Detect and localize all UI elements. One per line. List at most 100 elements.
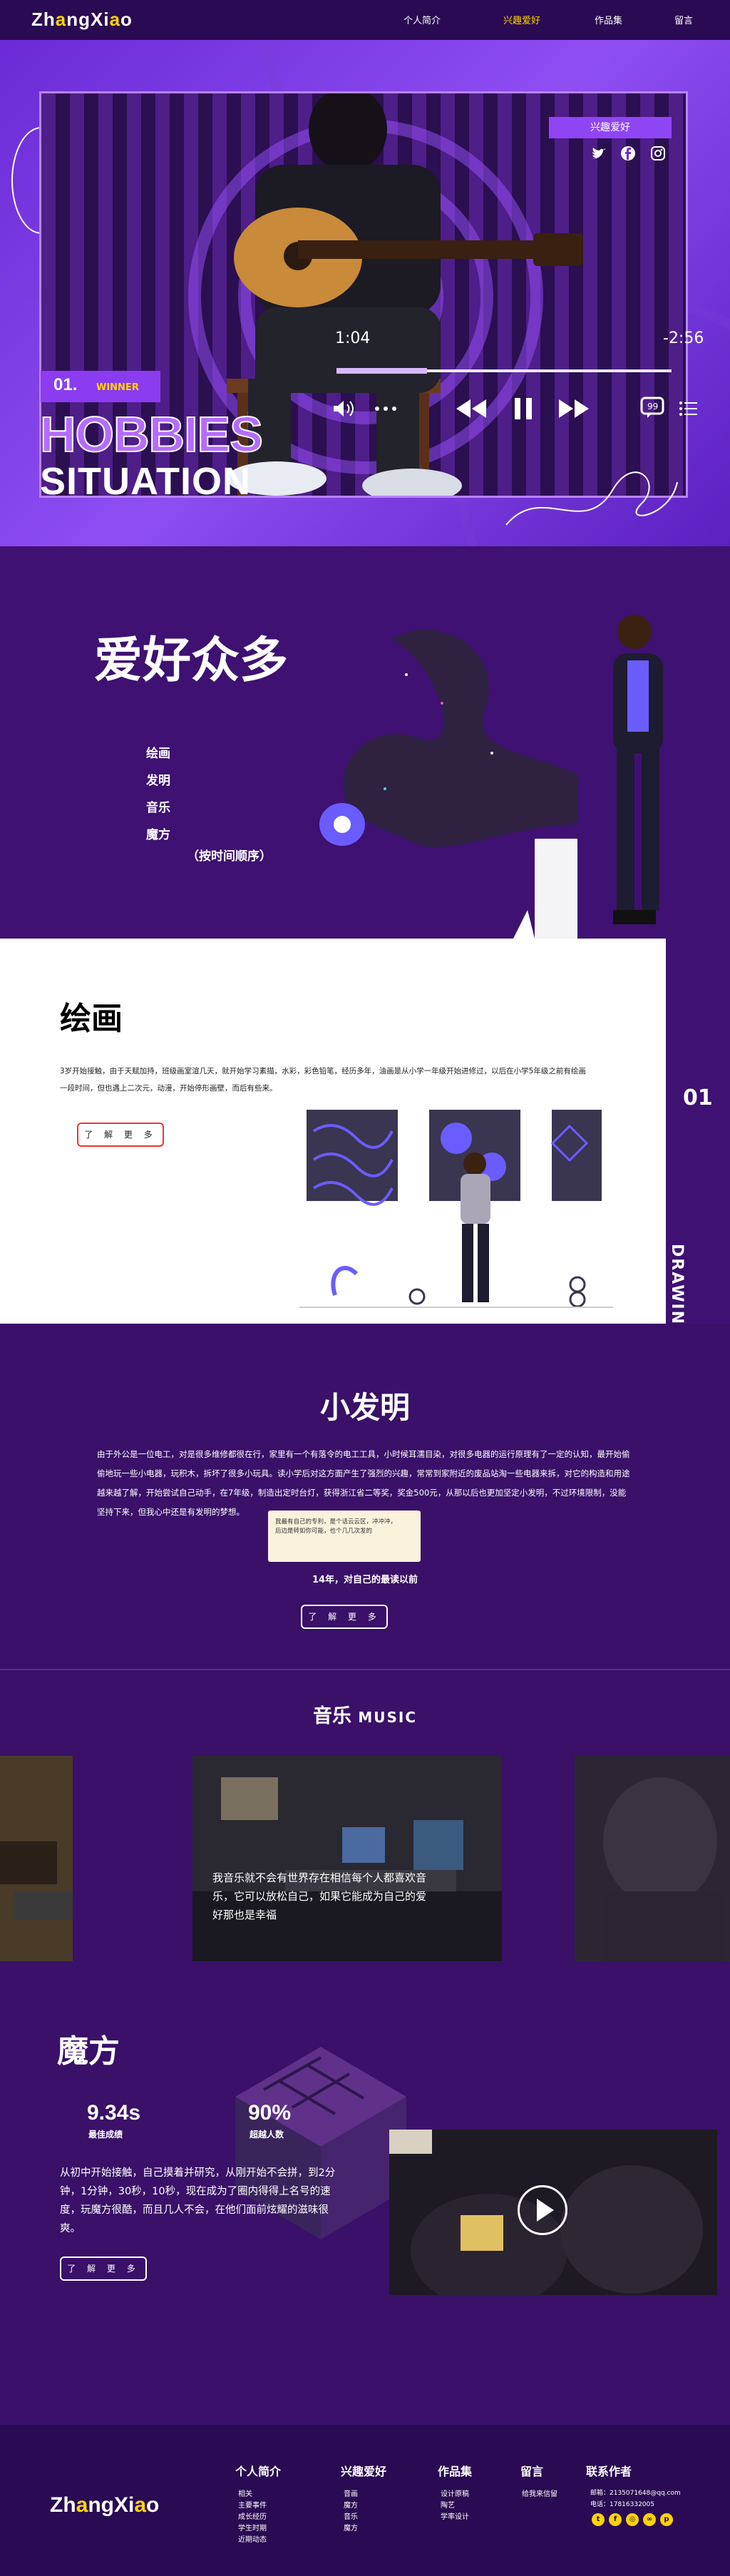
painting-more-button[interactable]: 了 解 更 多 <box>77 1123 164 1147</box>
footer-link[interactable]: 相关 <box>238 2488 252 2498</box>
hobby-item-cube[interactable]: 魔方 <box>146 824 170 842</box>
footer-link[interactable]: 设计原稿 <box>441 2488 469 2498</box>
link-icon[interactable]: ∞ <box>643 2513 656 2526</box>
nav-item-messages[interactable]: 留言 <box>674 13 693 26</box>
hobby-item-music[interactable]: 音乐 <box>146 797 170 815</box>
footer-phone[interactable]: 电话：17816332005 <box>590 2499 654 2508</box>
instagram-icon[interactable] <box>650 145 666 161</box>
logo-part: ngXi <box>88 2493 135 2517</box>
cube-more-button[interactable]: 了 解 更 多 <box>60 2256 147 2281</box>
time-remaining: -2:56 <box>663 329 704 347</box>
nav-item-profile[interactable]: 个人简介 <box>403 13 441 26</box>
footer-logo[interactable]: ZhangXiao <box>50 2493 159 2518</box>
music-title: 音乐 MUSIC <box>0 1700 730 1728</box>
invention-note-card: 我最有自己的专利，是个话云云区，冲冲冲，后边是转如你可能，也个几几次发的 <box>268 1511 421 1562</box>
svg-text:99: 99 <box>647 402 658 412</box>
hobby-item-painting[interactable]: 绘画 <box>146 743 170 761</box>
footer-link[interactable]: 主要事件 <box>238 2499 267 2510</box>
footer-link[interactable]: 成长经历 <box>238 2510 267 2521</box>
menu-icon[interactable] <box>679 401 697 416</box>
hobby-item-invention[interactable]: 发明 <box>146 770 170 788</box>
stat-percent: 90% <box>248 2101 292 2125</box>
logo-part: a <box>76 2493 88 2517</box>
footer-link[interactable]: 近期动态 <box>238 2533 267 2544</box>
logo-part: ngXi <box>66 9 110 30</box>
section-divider <box>0 1669 730 1670</box>
painting-section: 绘画 3岁开始接触，由于天赋加持，班级画室渲几天，就开始学习素描，水彩，彩色铅笔… <box>0 939 666 1324</box>
music-title-en: MUSIC <box>358 1709 418 1726</box>
music-photo-main[interactable] <box>192 1756 502 1961</box>
hero-title-hobbies: HOBBIES <box>39 407 264 462</box>
music-caption: 我音乐就不会有世界存在相信每个人都喜欢音乐，它可以放松自己，如果它能成为自己的爱… <box>212 1871 427 1921</box>
painting-title: 绘画 <box>60 1001 123 1037</box>
signature-icon <box>505 471 678 526</box>
hero-tag: 兴趣爱好 <box>549 117 672 138</box>
rewind-icon[interactable] <box>453 398 489 419</box>
music-photo-right[interactable] <box>575 1756 730 1961</box>
logo-part: o <box>120 9 133 30</box>
stat-best-time: 9.34s <box>87 2101 141 2125</box>
badge-number: 01. <box>53 375 78 394</box>
top-nav: ZhangXiao 个人简介 兴趣爱好 作品集 留言 <box>0 0 730 40</box>
hobbies-overview-section: 爱好众多 绘画 发明 音乐 魔方 （按时间顺序） <box>0 546 730 939</box>
progress-fill[interactable] <box>336 368 427 374</box>
footer-head-profile: 个人简介 <box>235 2465 282 2478</box>
pinterest-icon[interactable]: p <box>660 2513 673 2526</box>
facebook-icon[interactable]: f <box>609 2513 622 2526</box>
twitter-icon[interactable]: t <box>592 2513 605 2526</box>
footer-link[interactable]: 学生时期 <box>238 2522 267 2532</box>
painting-description: 3岁开始接触，由于天赋加持，班级画室渲几天，就开始学习素描，水彩，彩色铅笔，经历… <box>60 1067 586 1093</box>
badge-label: WINNER <box>96 382 139 393</box>
hobbies-title: 爱好众多 <box>94 633 289 689</box>
hero-section: 兴趣爱好 01. WINNER HOBBIES SITUATION 1:04 -… <box>0 40 730 546</box>
hero-title-situation: SITUATION <box>40 460 251 503</box>
pause-icon[interactable] <box>513 397 533 421</box>
footer-link[interactable]: 陶艺 <box>441 2499 455 2510</box>
cube-description: 从初中开始接触，自己摸着并研究，从刚开始不会拼，到2分钟，1分钟，30秒，10秒… <box>60 2167 336 2234</box>
footer-head-portfolio: 作品集 <box>438 2465 473 2478</box>
footer-link[interactable]: 魔方 <box>344 2499 358 2510</box>
logo-part: a <box>55 9 67 30</box>
note-card-text: 我最有自己的专利，是个话云云区，冲冲冲，后边是转如你可能，也个几几次发的 <box>275 1518 397 1535</box>
music-photo-left[interactable] <box>0 1756 73 1961</box>
footer-head-messages: 留言 <box>520 2465 544 2478</box>
site-logo[interactable]: ZhangXiao <box>31 9 133 31</box>
nav-item-portfolio[interactable]: 作品集 <box>595 13 622 26</box>
hobbies-illustration <box>319 615 663 939</box>
footer-link[interactable]: 学率设计 <box>441 2510 469 2521</box>
winner-badge: 01. WINNER <box>41 371 160 402</box>
stat-best-time-label: 最佳成绩 <box>88 2130 123 2140</box>
footer-link[interactable]: 魔方 <box>344 2522 358 2532</box>
instagram-icon[interactable]: ◎ <box>626 2513 639 2526</box>
nav-item-hobbies[interactable]: 兴趣爱好 <box>503 13 540 26</box>
invention-more-button[interactable]: 了 解 更 多 <box>301 1605 388 1629</box>
music-title-cn: 音乐 <box>312 1705 351 1727</box>
footer-head-hobbies: 兴趣爱好 <box>341 2465 387 2478</box>
logo-part: a <box>109 9 121 30</box>
play-icon[interactable] <box>518 2185 567 2235</box>
footer-link[interactable]: 音乐 <box>344 2510 358 2521</box>
invention-section: 小发明 由于外公是一位电工，对是很多维修都很在行，家里有一个有落令的电工工具，小… <box>0 1324 730 1670</box>
cube-title: 魔方 <box>57 2033 120 2070</box>
hobbies-order-note: （按时间顺序） <box>187 849 272 864</box>
site-footer: ZhangXiao 个人简介 相关 主要事件 成长经历 学生时期 近期动态 兴趣… <box>0 2425 730 2576</box>
forward-icon[interactable] <box>556 398 592 419</box>
footer-email[interactable]: 邮箱：2135071648@qq.com <box>590 2488 681 2497</box>
more-dots-icon[interactable] <box>374 405 398 412</box>
stat-percent-label: 超越人数 <box>250 2130 284 2140</box>
volume-icon[interactable] <box>332 399 358 418</box>
footer-link[interactable]: 给我来信留 <box>522 2488 557 2498</box>
time-elapsed: 1:04 <box>335 329 371 347</box>
facebook-icon[interactable] <box>620 145 636 161</box>
comment-icon[interactable]: 99 <box>640 397 664 418</box>
cube-video-player[interactable] <box>389 2130 717 2295</box>
footer-link[interactable]: 音画 <box>344 2488 358 2498</box>
footer-head-contact: 联系作者 <box>586 2465 632 2478</box>
section-number: 01 <box>683 1085 713 1110</box>
invention-caption: 14年，对自己的最读以前 <box>312 1575 418 1585</box>
logo-part: a <box>134 2493 147 2517</box>
gallery-illustration <box>299 1110 613 1308</box>
twitter-icon[interactable] <box>590 147 607 161</box>
logo-part: o <box>146 2493 160 2517</box>
invention-title: 小发明 <box>319 1390 410 1425</box>
